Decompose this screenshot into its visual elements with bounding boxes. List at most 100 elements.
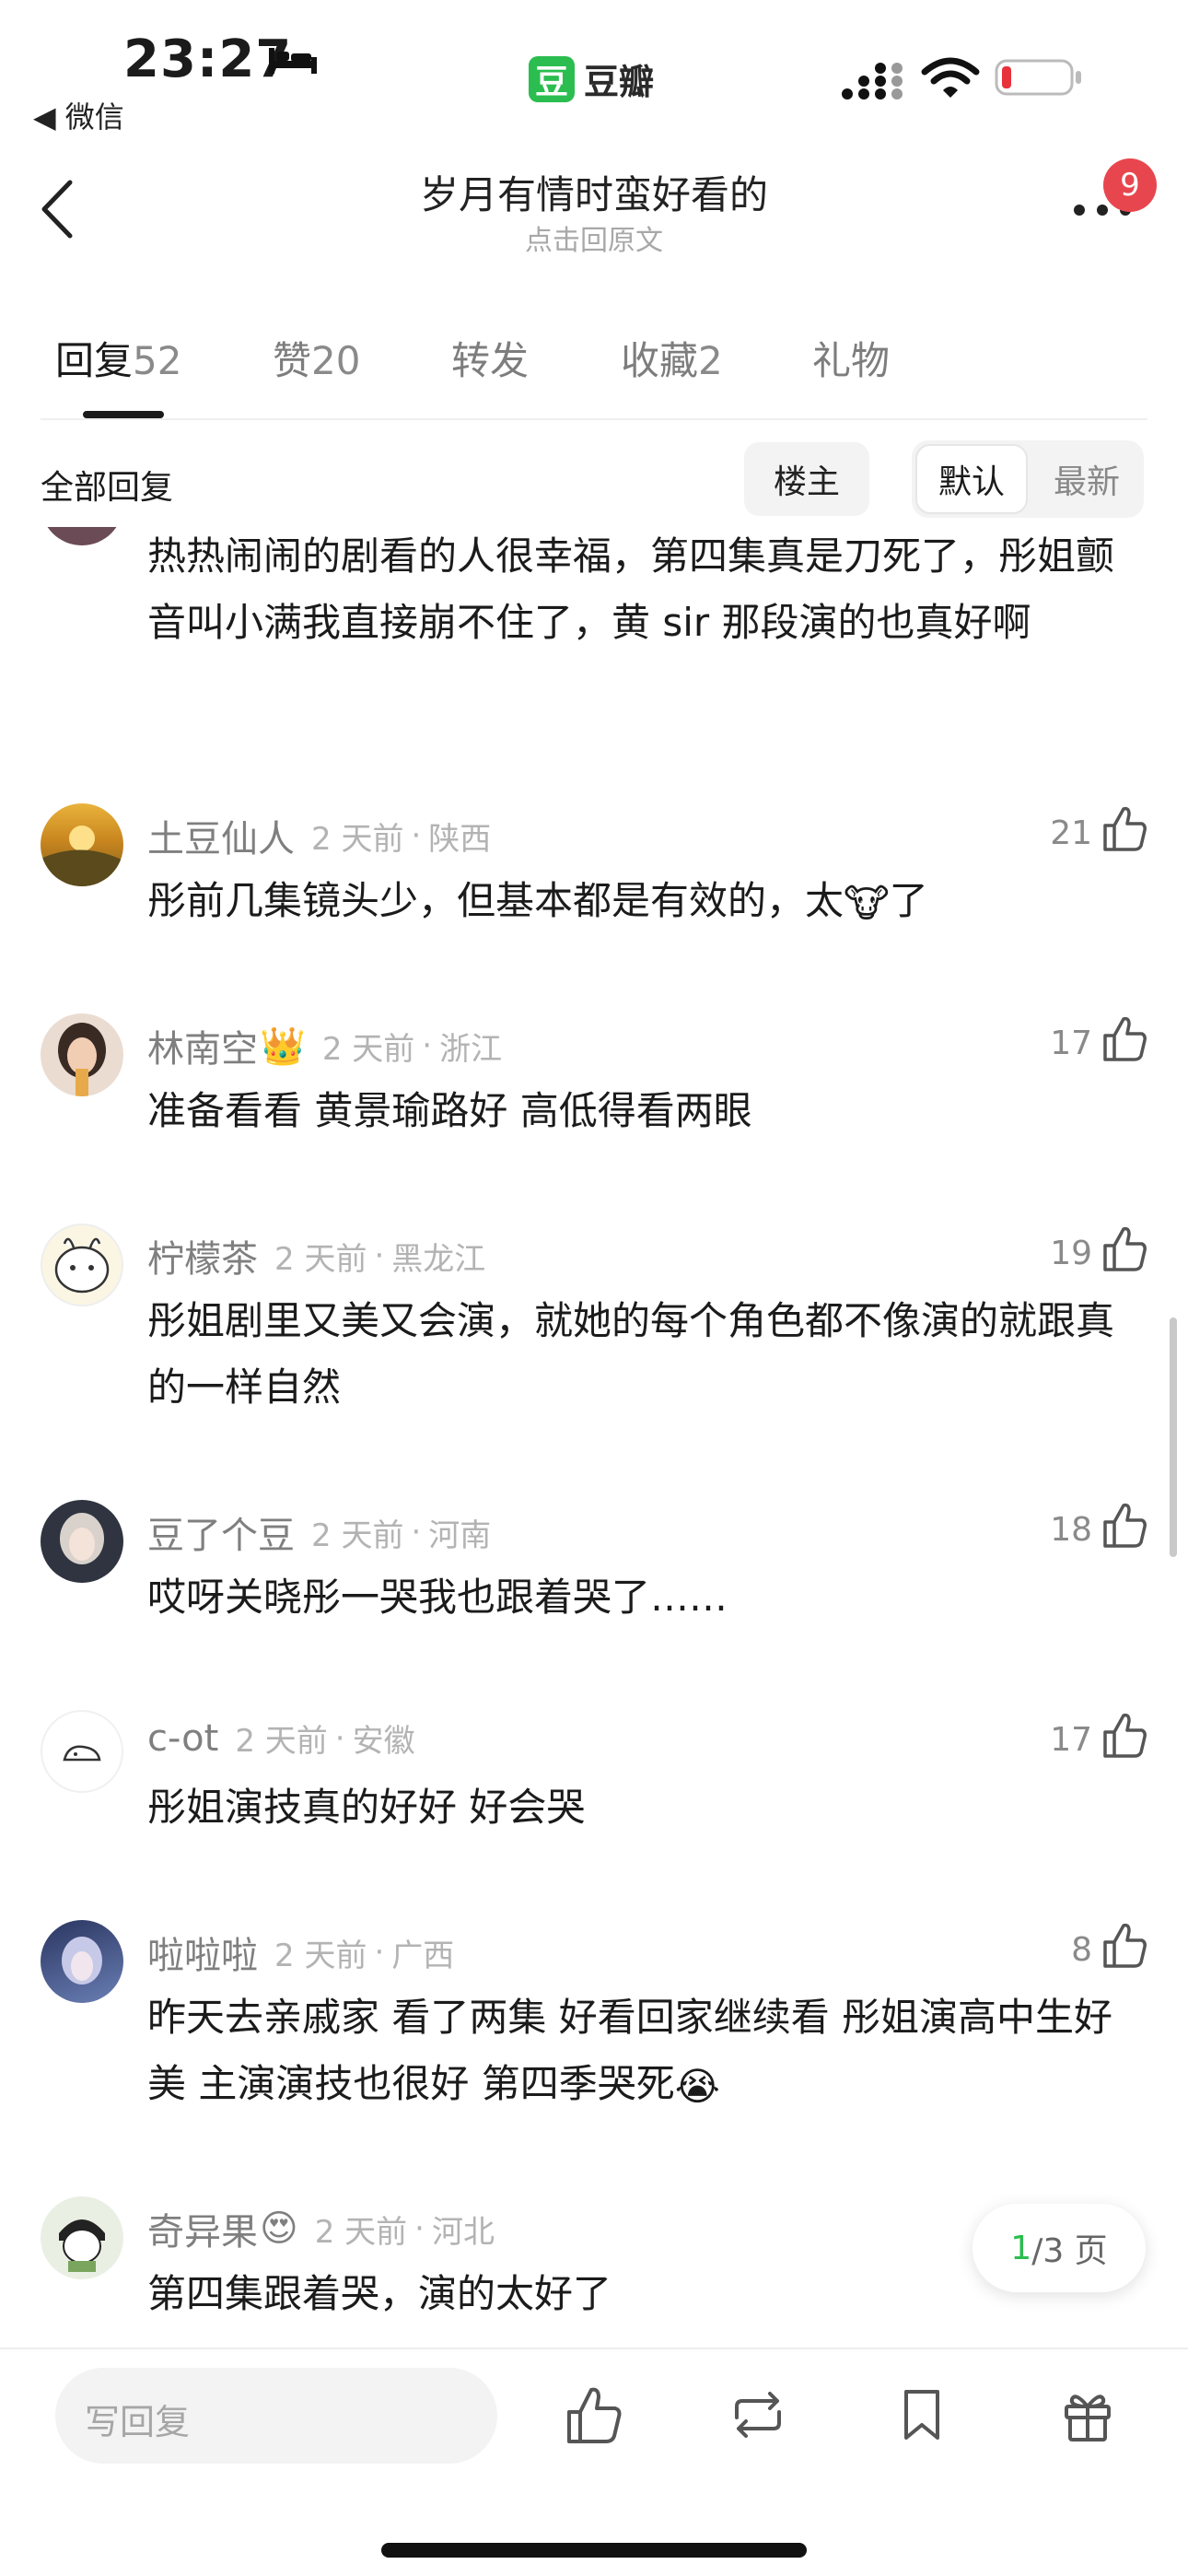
app-logo-mark: 豆	[529, 55, 575, 102]
comment-text-part: 了	[889, 878, 928, 923]
tab-gifts[interactable]: 礼物	[812, 330, 890, 386]
location: 河南	[428, 1516, 492, 1554]
gift-icon[interactable]	[1055, 2383, 1120, 2447]
timestamp: 2 天前	[274, 1240, 367, 1278]
tab-label: 赞	[273, 338, 312, 383]
page-total: /3 页	[1031, 2232, 1108, 2270]
comment-header: 柠檬茶 2 天前 · 黑龙江	[147, 1229, 485, 1282]
tab-label: 收藏	[621, 338, 699, 383]
back-to-app-link[interactable]: ◀ 微信	[33, 94, 124, 136]
thumbs-up-icon[interactable]	[1100, 1224, 1149, 1273]
meta-separator: ·	[422, 1027, 433, 1064]
like-count: 19	[1050, 1235, 1092, 1272]
username[interactable]: 柠檬茶	[147, 1229, 258, 1282]
page-indicator[interactable]: 1/3 页	[973, 2204, 1146, 2292]
comment-text: 热热闹闹的剧看的人很幸福，第四集真是刀死了，彤姐颤音叫小满我直接崩不住了，黄 s…	[147, 533, 1115, 645]
app-logo: 豆 豆瓣	[529, 53, 654, 104]
tab-count: 2	[698, 338, 723, 383]
divider	[41, 418, 1147, 420]
timestamp: 2 天前	[314, 2213, 408, 2251]
like-count: 21	[1050, 814, 1092, 852]
back-to-original-link[interactable]: 点击回原文	[0, 217, 1188, 258]
bookmark-icon[interactable]	[890, 2383, 954, 2447]
location: 河北	[431, 2213, 495, 2251]
username[interactable]: 啦啦啦	[147, 1926, 258, 1979]
repost-icon[interactable]	[726, 2383, 790, 2447]
sort-default-button[interactable]: 默认	[915, 444, 1028, 514]
meta-separator: ·	[411, 817, 422, 854]
username[interactable]: 土豆仙人	[147, 809, 295, 862]
avatar[interactable]	[41, 1500, 123, 1583]
app-name: 豆瓣	[584, 62, 655, 102]
battery-low-icon	[995, 59, 1081, 96]
cow-emoji: 🐮	[844, 880, 890, 926]
current-page: 1	[1010, 2229, 1032, 2267]
like-count: 18	[1050, 1511, 1092, 1549]
tab-label: 礼物	[812, 338, 891, 383]
meta-separator: ·	[374, 1934, 385, 1971]
username[interactable]: 奇异果	[147, 2202, 258, 2255]
tab-reposts[interactable]: 转发	[451, 330, 529, 386]
comment-text: 哎呀关晓彤一哭我也跟着哭了……	[147, 1575, 728, 1620]
sort-newest-button[interactable]: 最新	[1035, 444, 1138, 514]
notification-badge: 9	[1103, 158, 1157, 212]
avatar[interactable]	[41, 803, 123, 886]
page-title[interactable]: 岁月有情时蛮好看的	[0, 164, 1188, 220]
thumbs-up-icon[interactable]	[1100, 1710, 1149, 1760]
tab-count: 52	[133, 338, 182, 383]
location: 广西	[391, 1937, 455, 1974]
comment-header: c-ot 2 天前 · 安徽	[147, 1715, 415, 1761]
avatar[interactable]	[41, 2196, 123, 2279]
avatar[interactable]	[41, 1224, 123, 1306]
thumbs-up-icon[interactable]	[1100, 803, 1149, 853]
bottom-bar-divider	[0, 2348, 1188, 2349]
crying-emoji: 😭	[674, 2063, 720, 2109]
comment-text: 彤姐演技真的好好 好会哭	[147, 1785, 586, 1830]
tab-label: 转发	[451, 338, 530, 383]
sleep-bed-icon	[269, 48, 317, 74]
avatar[interactable]	[41, 1710, 123, 1793]
tab-replies[interactable]: 回复52	[55, 330, 181, 386]
like-icon[interactable]	[562, 2383, 626, 2447]
comment-header: 奇异果 😍 2 天前 · 河北	[147, 2202, 495, 2255]
username[interactable]: 豆了个豆	[147, 1505, 295, 1559]
tab-label: 回复	[55, 338, 134, 383]
active-tab-indicator	[83, 411, 164, 418]
wifi-icon	[921, 57, 980, 98]
location: 安徽	[352, 1723, 415, 1760]
tab-count: 20	[311, 338, 361, 383]
crown-emoji: 👑	[260, 1025, 306, 1068]
location: 陕西	[428, 820, 492, 858]
meta-separator: ·	[411, 1514, 422, 1551]
timestamp: 2 天前	[311, 1516, 404, 1554]
timestamp: 2 天前	[235, 1723, 328, 1760]
comment-text-part: 彤前几集镜头少，但基本都是有效的，太	[147, 878, 844, 923]
thumbs-up-icon[interactable]	[1100, 1013, 1149, 1063]
avatar[interactable]	[41, 527, 123, 545]
filter-owner-button[interactable]: 楼主	[744, 442, 869, 516]
tab-collections[interactable]: 收藏2	[621, 330, 723, 386]
username[interactable]: 林南空	[147, 1019, 258, 1072]
username[interactable]: c-ot	[147, 1717, 218, 1760]
comment-header: 土豆仙人 2 天前 · 陕西	[147, 809, 491, 862]
meta-separator: ·	[334, 1719, 345, 1757]
like-count: 17	[1050, 1721, 1092, 1759]
thumbs-up-icon[interactable]	[1100, 1920, 1149, 1970]
like-count: 8	[1071, 1931, 1092, 1969]
heart-eyes-emoji: 😍	[260, 2207, 298, 2250]
comment-text: 准备看看 黄景瑜路好 高低得看两眼	[147, 1088, 752, 1133]
comment-text-part: 昨天去亲戚家 看了两集 好看回家继续看 彤姐演高中生好美 主演演技也很好 第四季…	[147, 1995, 1113, 2106]
timestamp: 2 天前	[321, 1030, 415, 1068]
thumbs-up-icon[interactable]	[1100, 1500, 1149, 1550]
tab-likes[interactable]: 赞20	[273, 330, 360, 386]
comment-header: 林南空 👑 2 天前 · 浙江	[147, 1019, 502, 1072]
meta-separator: ·	[414, 2210, 425, 2247]
all-replies-label: 全部回复	[41, 469, 174, 507]
location: 浙江	[439, 1030, 503, 1068]
avatar[interactable]	[41, 1013, 123, 1096]
scrollbar[interactable]	[1170, 1317, 1177, 1557]
home-indicator[interactable]	[381, 2543, 807, 2558]
comment-text: 彤前几集镜头少，但基本都是有效的，太🐮了	[147, 868, 1142, 937]
signal-icon	[842, 63, 903, 100]
avatar[interactable]	[41, 1920, 123, 2003]
